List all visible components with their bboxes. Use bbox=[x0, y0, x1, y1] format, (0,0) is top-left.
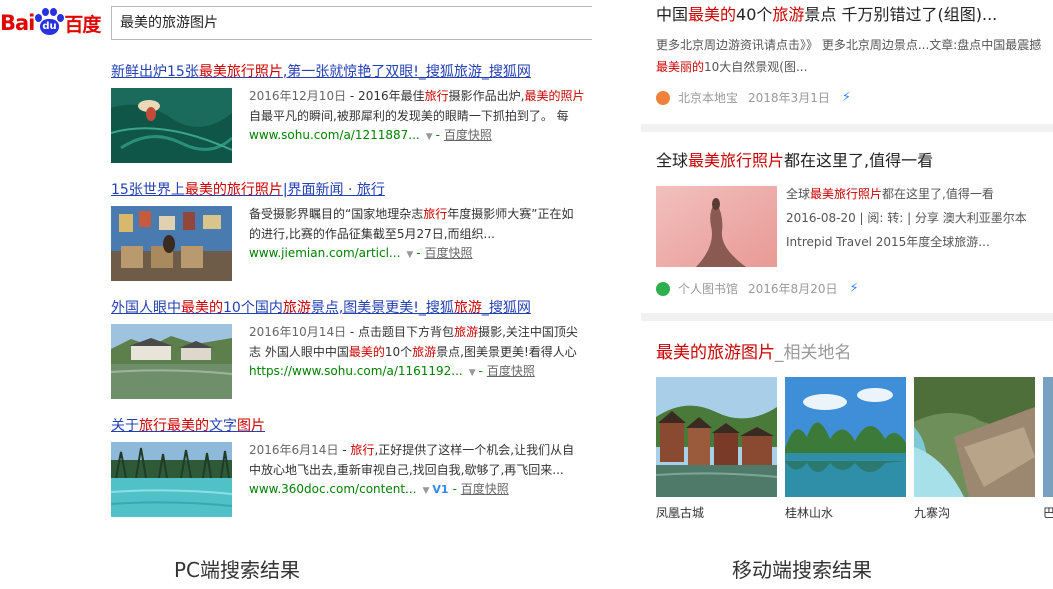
result-snippet: 备受摄影界瞩目的“国家地理杂志旅行年度摄影师大赛”正在如 的进行,比赛的作品征集截… bbox=[249, 207, 574, 241]
baidu-paw-icon: du bbox=[35, 8, 65, 38]
place-tile[interactable]: 桂林山水 bbox=[785, 377, 907, 522]
baidu-logo[interactable]: Bai du 百度 bbox=[0, 3, 101, 43]
mobile-result-title[interactable]: 中国最美的40个旅游景点 千万别错过了(组图)... bbox=[656, 3, 997, 27]
dropdown-arrow-icon[interactable]: ▼ bbox=[469, 368, 476, 378]
divider bbox=[641, 313, 1053, 321]
caption-mobile: 移动端搜索结果 bbox=[732, 558, 872, 582]
source-logo-icon bbox=[656, 91, 670, 105]
place-image[interactable] bbox=[1043, 377, 1053, 497]
lightning-icon: ⚡ bbox=[849, 281, 859, 296]
snapshot-link[interactable]: 百度快照 bbox=[424, 246, 472, 260]
mobile-result-title[interactable]: 全球最美旅行照片都在这里了,值得一看 bbox=[656, 149, 933, 173]
source-logo-icon bbox=[656, 282, 670, 296]
result-snippet: 2016年12月10日 - 2016年最佳旅行摄影作品出炉,最美的照片 自最平凡的… bbox=[249, 89, 585, 123]
search-result: 15张世界上最美的旅行照片|界面新闻 · 旅行 备受摄影界瞩目的“国家地理杂志旅… bbox=[111, 180, 592, 281]
result-thumbnail[interactable] bbox=[111, 324, 232, 399]
result-thumbnail[interactable] bbox=[111, 88, 232, 163]
dropdown-arrow-icon[interactable]: ▼ bbox=[423, 486, 430, 496]
result-snippet: 2016年10月14日 - 点击题目下方背包旅游摄影,关注中国顶尖志 外国人眼中… bbox=[249, 325, 578, 359]
logo-paw-text: du bbox=[42, 21, 57, 32]
place-image[interactable] bbox=[914, 377, 1035, 497]
place-tile[interactable]: 九寨沟 bbox=[914, 377, 1036, 522]
search-result: 外国人眼中最美的10个国内旅游景点,图美景更美!_搜狐旅游_搜狐网 2016年1… bbox=[111, 298, 592, 399]
place-image[interactable] bbox=[785, 377, 906, 497]
place-name: 巴 bbox=[1043, 506, 1053, 520]
result-title-link[interactable]: 关于旅行最美的文字图片 bbox=[111, 416, 592, 436]
related-places-title[interactable]: 最美的旅游图片_相关地名 bbox=[656, 341, 852, 365]
snapshot-link[interactable]: 百度快照 bbox=[487, 364, 535, 378]
snapshot-link[interactable]: 百度快照 bbox=[461, 482, 509, 496]
result-meta: www.jiemian.com/articl... ▼ - 百度快照 bbox=[249, 246, 473, 260]
mobile-result-source: 个人图书馆 2016年8月20日 ⚡ bbox=[656, 280, 859, 298]
result-snippet: 2016年6月14日 - 旅行,正好提供了这样一个机会,让我们从自 中放心地飞出去… bbox=[249, 443, 575, 477]
result-title-link[interactable]: 外国人眼中最美的10个国内旅游景点,图美景更美!_搜狐旅游_搜狐网 bbox=[111, 298, 592, 318]
result-meta: www.360doc.com/content... ▼ V1- 百度快照 bbox=[249, 482, 509, 496]
search-result: 关于旅行最美的文字图片 2016年6月14日 - 旅行,正好提供了这样一个机会,… bbox=[111, 416, 592, 517]
search-input[interactable]: 最美的旅游图片 bbox=[111, 6, 592, 40]
dropdown-arrow-icon[interactable]: ▼ bbox=[426, 132, 433, 142]
v1-badge[interactable]: V1 bbox=[432, 483, 448, 496]
mobile-result-thumbnail[interactable] bbox=[656, 186, 777, 267]
place-image[interactable] bbox=[656, 377, 777, 497]
place-name: 凤凰古城 bbox=[656, 506, 705, 520]
mobile-search-panel: 中国最美的40个旅游景点 千万别错过了(组图)... 更多北京周边游资讯请点击》… bbox=[641, 0, 1053, 540]
search-result: 新鲜出炉15张最美旅行照片,第一张就惊艳了双眼!_搜狐旅游_搜狐网 2016年1… bbox=[111, 62, 592, 163]
place-tile[interactable]: 凤凰古城 bbox=[656, 377, 778, 522]
dropdown-arrow-icon[interactable]: ▼ bbox=[406, 250, 413, 260]
pc-search-panel: Bai du 百度 最美的旅游图片 新鲜出炉15张最美旅行照片,第一张就惊艳了双… bbox=[0, 0, 592, 540]
result-url[interactable]: www.360doc.com/content... bbox=[249, 482, 417, 496]
lightning-icon: ⚡ bbox=[841, 90, 851, 105]
mobile-result-source: 北京本地宝 2018年3月1日 ⚡ bbox=[656, 89, 851, 107]
place-name: 九寨沟 bbox=[914, 506, 951, 520]
result-title-link[interactable]: 新鲜出炉15张最美旅行照片,第一张就惊艳了双眼!_搜狐旅游_搜狐网 bbox=[111, 62, 592, 82]
caption-pc: PC端搜索结果 bbox=[174, 558, 301, 582]
mobile-result-snippet: 更多北京周边游资讯请点击》》 更多北京周边景点...文章:盘点中国最震撼最美丽的… bbox=[656, 38, 1042, 74]
divider bbox=[641, 124, 1053, 132]
logo-chinese: 百度 bbox=[64, 13, 101, 36]
result-meta: https://www.sohu.com/a/1161192... ▼ - 百度快照 bbox=[249, 364, 535, 378]
result-meta: www.sohu.com/a/1211887... ▼ - 百度快照 bbox=[249, 128, 492, 142]
result-url[interactable]: www.sohu.com/a/1211887... bbox=[249, 128, 420, 142]
result-thumbnail[interactable] bbox=[111, 206, 232, 281]
result-thumbnail[interactable] bbox=[111, 442, 232, 517]
mobile-result-snippet: 全球最美旅行照片都在这里了,值得一看 2016-08-20 | 阅: 转: | 分… bbox=[786, 187, 1027, 249]
place-name: 桂林山水 bbox=[785, 506, 834, 520]
snapshot-link[interactable]: 百度快照 bbox=[444, 128, 492, 142]
result-title-link[interactable]: 15张世界上最美的旅行照片|界面新闻 · 旅行 bbox=[111, 180, 592, 200]
result-url[interactable]: www.jiemian.com/articl... bbox=[249, 246, 400, 260]
place-tile[interactable]: 巴 bbox=[1043, 377, 1053, 522]
logo-latin: Bai bbox=[0, 11, 35, 35]
result-url[interactable]: https://www.sohu.com/a/1161192... bbox=[249, 364, 463, 378]
